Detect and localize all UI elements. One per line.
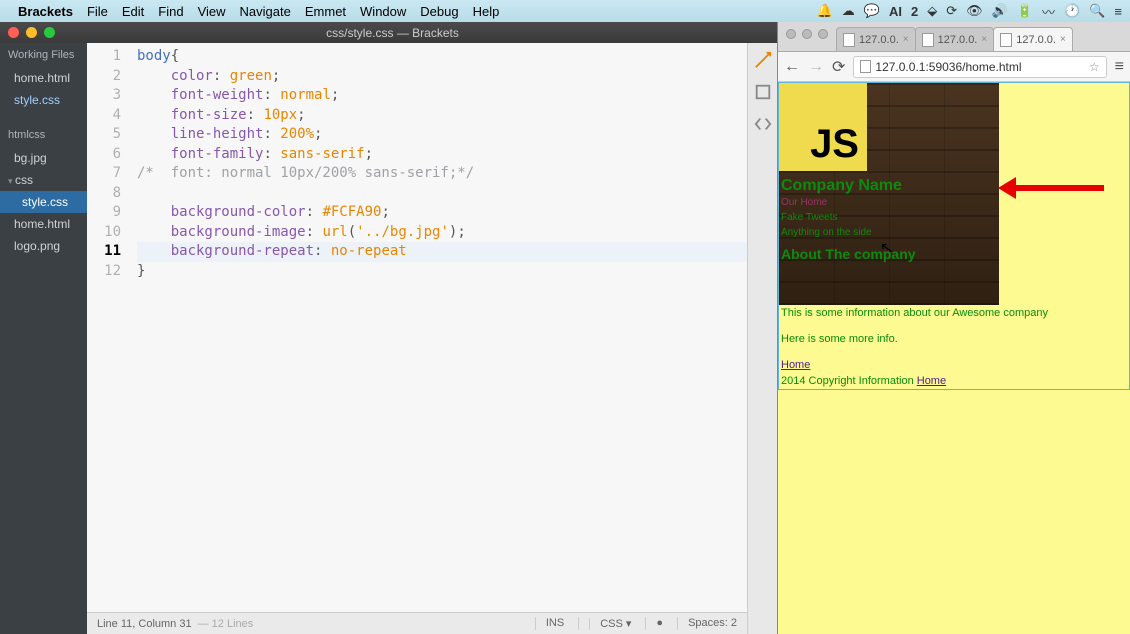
chrome-menu-icon[interactable]: ≡ — [1115, 58, 1124, 76]
spotlight-icon[interactable]: 🔍 — [1089, 3, 1105, 19]
page-icon — [843, 33, 855, 47]
back-button[interactable]: ← — [784, 58, 800, 76]
insert-mode[interactable]: INS — [535, 617, 564, 630]
chrome-zoom[interactable] — [818, 29, 828, 39]
adobe-icon[interactable]: AI — [889, 4, 902, 19]
wifi-icon[interactable]: 〰 — [1042, 2, 1055, 21]
menu-window[interactable]: Window — [360, 4, 406, 19]
tree-bg-jpg[interactable]: bg.jpg — [0, 147, 87, 169]
browser-tab-2[interactable]: 127.0.0.× — [915, 27, 995, 51]
browser-tab-3[interactable]: 127.0.0.× — [993, 27, 1073, 51]
url-text: 127.0.0.1:59036/home.html — [875, 60, 1021, 74]
bell-icon[interactable]: 🔔 — [817, 3, 833, 19]
nav-link-side[interactable]: Anything on the side — [779, 225, 918, 240]
cursor-position: Line 11, Column 31 — [97, 618, 192, 630]
brackets-right-rail — [747, 43, 777, 634]
menu-view[interactable]: View — [198, 4, 226, 19]
chrome-minimize[interactable] — [802, 29, 812, 39]
clock-icon[interactable]: 🕐 — [1064, 3, 1080, 19]
menu-find[interactable]: Find — [158, 4, 183, 19]
mac-menubar: Brackets File Edit Find View Navigate Em… — [0, 0, 1130, 22]
page-icon — [1000, 33, 1012, 47]
about-paragraph-2: Here is some more info. — [779, 331, 1129, 347]
company-heading: Company Name — [779, 171, 918, 195]
browser-tab-1[interactable]: 127.0.0.× — [836, 27, 916, 51]
page-icon — [860, 60, 871, 73]
window-title: css/style.css — Brackets — [326, 26, 459, 40]
extension-icon[interactable] — [754, 83, 772, 101]
project-header[interactable]: htmlcss — [0, 123, 87, 147]
total-lines: — 12 Lines — [198, 618, 254, 630]
code-editor[interactable]: 123456789101112 body{ color: green; font… — [87, 43, 747, 612]
brackets-titlebar: css/style.css — Brackets — [0, 22, 777, 43]
eye-icon[interactable]: 👁 — [966, 3, 983, 19]
tree-css-folder[interactable]: css — [0, 169, 87, 191]
browser-viewport[interactable]: JS Company Name Our Home Fake Tweets Any… — [778, 82, 1130, 634]
spaces-setting[interactable]: Spaces: 2 — [677, 617, 737, 630]
chrome-close[interactable] — [786, 29, 796, 39]
volume-icon[interactable]: 🔊 — [992, 3, 1008, 19]
tree-logo-png[interactable]: logo.png — [0, 235, 87, 257]
battery-icon[interactable]: 🔋 — [1017, 3, 1033, 19]
tree-style-css[interactable]: style.css — [0, 191, 87, 213]
reload-button[interactable]: ⟳ — [832, 57, 845, 77]
about-paragraph-1: This is some information about our Aweso… — [779, 305, 1129, 321]
menubar-app[interactable]: Brackets — [18, 4, 73, 19]
page-background-image: JS Company Name Our Home Fake Tweets Any… — [779, 83, 999, 305]
footer-home-link[interactable]: Home — [917, 375, 946, 387]
bookmark-icon[interactable]: ☆ — [1089, 60, 1100, 74]
menu-help[interactable]: Help — [473, 4, 500, 19]
menu-emmet[interactable]: Emmet — [305, 4, 346, 19]
nav-link-tweets[interactable]: Fake Tweets — [779, 210, 918, 225]
chat-icon[interactable]: 💬 — [864, 3, 880, 19]
dropbox-icon[interactable]: ⬙ — [927, 3, 937, 19]
sync-icon[interactable]: ⟳ — [946, 3, 957, 19]
close-icon[interactable]: × — [1060, 34, 1066, 45]
chrome-tabstrip: 127.0.0.× 127.0.0.× 127.0.0.× — [778, 22, 1130, 52]
menu-edit[interactable]: Edit — [122, 4, 144, 19]
minimize-button[interactable] — [26, 27, 37, 38]
statusbar: Line 11, Column 31 — 12 Lines INS CSS ▾ … — [87, 612, 747, 634]
about-heading: About The company — [779, 240, 918, 268]
home-link[interactable]: Home — [781, 359, 810, 371]
forward-button[interactable]: → — [808, 58, 824, 76]
line-gutter: 123456789101112 — [87, 43, 131, 612]
close-icon[interactable]: × — [903, 34, 909, 45]
page-icon — [922, 33, 934, 47]
code-icon[interactable] — [754, 115, 772, 133]
tree-home-html[interactable]: home.html — [0, 213, 87, 235]
num-icon[interactable]: 2 — [911, 4, 918, 19]
brackets-sidebar: Working Files home.html style.css htmlcs… — [0, 43, 87, 634]
notif-icon[interactable]: ≡ — [1114, 4, 1122, 19]
live-preview-icon[interactable] — [754, 51, 772, 69]
chrome-window: 127.0.0.× 127.0.0.× 127.0.0.× ← → ⟳ 127.… — [778, 22, 1130, 634]
code-area[interactable]: body{ color: green; font-weight: normal;… — [131, 43, 747, 612]
menu-navigate[interactable]: Navigate — [240, 4, 291, 19]
close-icon[interactable]: × — [981, 34, 987, 45]
logo-image: JS — [779, 83, 867, 171]
brackets-window: css/style.css — Brackets Working Files h… — [0, 22, 778, 634]
chrome-toolbar: ← → ⟳ 127.0.0.1:59036/home.html ☆ ≡ — [778, 52, 1130, 82]
nav-link-home[interactable]: Our Home — [779, 195, 918, 210]
status-circle[interactable]: ● — [645, 617, 663, 630]
cloud-icon[interactable]: ☁ — [842, 3, 855, 19]
menu-debug[interactable]: Debug — [420, 4, 458, 19]
lang-mode[interactable]: CSS ▾ — [578, 617, 631, 630]
close-button[interactable] — [8, 27, 19, 38]
working-files-header: Working Files — [0, 43, 87, 67]
address-bar[interactable]: 127.0.0.1:59036/home.html ☆ — [853, 56, 1106, 78]
footer-text: 2014 Copyright Information Home — [779, 373, 1129, 389]
annotation-arrow — [998, 180, 1118, 196]
working-file-home[interactable]: home.html — [0, 67, 87, 89]
menu-file[interactable]: File — [87, 4, 108, 19]
menubar-right: 🔔 ☁ 💬 AI 2 ⬙ ⟳ 👁 🔊 🔋 〰 🕐 🔍 ≡ — [817, 2, 1122, 21]
working-file-style[interactable]: style.css — [0, 89, 87, 111]
zoom-button[interactable] — [44, 27, 55, 38]
